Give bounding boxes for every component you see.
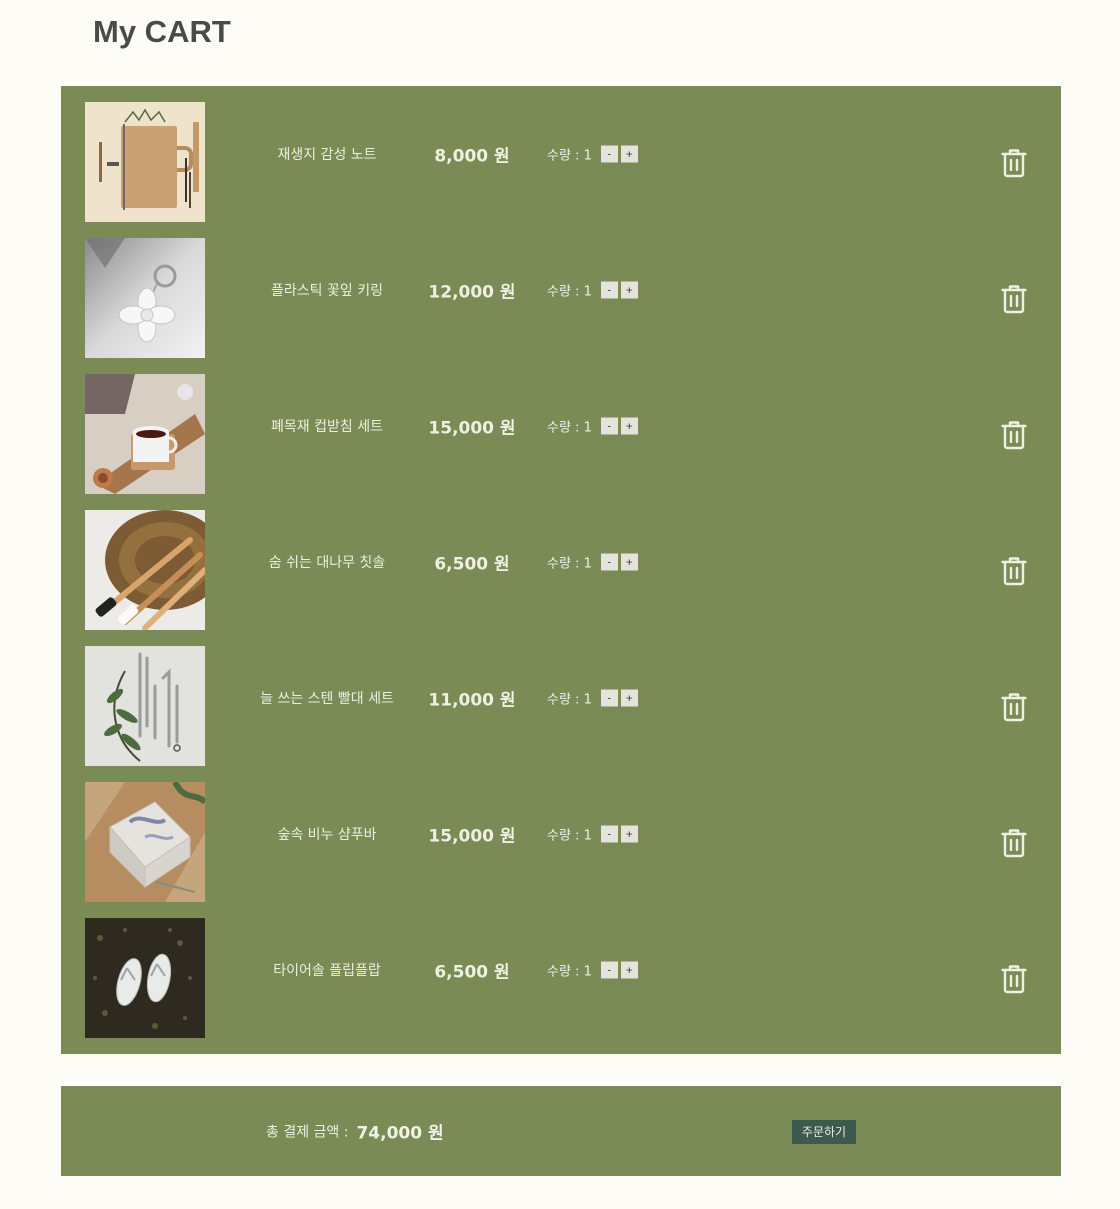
quantity-control: 수량 : 1 - + (547, 689, 638, 708)
trash-icon[interactable] (1001, 828, 1027, 858)
increase-button[interactable]: + (620, 825, 638, 843)
product-name: 숨 쉬는 대나무 칫솔 (268, 555, 386, 571)
product-image[interactable] (85, 238, 205, 358)
product-name: 플라스틱 꽃잎 키링 (271, 283, 383, 299)
cart-item: 플라스틱 꽃잎 키링 12,000 원 수량 : 1 - + (61, 222, 1061, 358)
decrease-button[interactable]: - (600, 417, 618, 435)
product-price: 12,000 원 (428, 282, 516, 303)
decrease-button[interactable]: - (600, 145, 618, 163)
product-image[interactable] (85, 102, 205, 222)
product-price: 6,500 원 (434, 554, 510, 575)
cart-item: 늘 쓰는 스텐 빨대 세트 11,000 원 수량 : 1 - + (61, 630, 1061, 766)
product-name: 늘 쓰는 스텐 빨대 세트 (260, 691, 394, 707)
increase-button[interactable]: + (620, 417, 638, 435)
decrease-button[interactable]: - (600, 553, 618, 571)
product-image[interactable] (85, 782, 205, 902)
quantity-control: 수량 : 1 - + (547, 961, 638, 980)
product-name: 폐목재 컵받침 세트 (271, 419, 383, 435)
quantity-label: 수량 : 1 (547, 556, 592, 572)
total-amount: 74,000 원 (356, 1123, 444, 1144)
quantity-control: 수량 : 1 - + (547, 281, 638, 300)
product-name: 재생지 감성 노트 (277, 147, 377, 163)
total-label: 총 결제 금액 : (266, 1124, 349, 1140)
trash-icon[interactable] (1001, 284, 1027, 314)
product-price: 6,500 원 (434, 962, 510, 983)
trash-icon[interactable] (1001, 148, 1027, 178)
quantity-control: 수량 : 1 - + (547, 553, 638, 572)
cart-item: 재생지 감성 노트 8,000 원 수량 : 1 - + (61, 86, 1061, 222)
increase-button[interactable]: + (620, 553, 638, 571)
cart-item: 숲속 비누 샴푸바 15,000 원 수량 : 1 - + (61, 766, 1061, 902)
quantity-control: 수량 : 1 - + (547, 145, 638, 164)
cart-item: 숨 쉬는 대나무 칫솔 6,500 원 수량 : 1 - + (61, 494, 1061, 630)
trash-icon[interactable] (1001, 692, 1027, 722)
quantity-label: 수량 : 1 (547, 964, 592, 980)
order-button[interactable]: 주문하기 (792, 1120, 856, 1144)
product-image[interactable] (85, 374, 205, 494)
trash-icon[interactable] (1001, 420, 1027, 450)
product-price: 15,000 원 (428, 418, 516, 439)
product-price: 11,000 원 (428, 690, 516, 711)
cart-list: 재생지 감성 노트 8,000 원 수량 : 1 - + 플라스틱 꽃잎 키링 … (61, 86, 1061, 1054)
cart-item: 타이어솔 플립플랍 6,500 원 수량 : 1 - + (61, 902, 1061, 1038)
product-price: 15,000 원 (428, 826, 516, 847)
cart-item: 폐목재 컵받침 세트 15,000 원 수량 : 1 - + (61, 358, 1061, 494)
trash-icon[interactable] (1001, 556, 1027, 586)
increase-button[interactable]: + (620, 689, 638, 707)
increase-button[interactable]: + (620, 281, 638, 299)
quantity-label: 수량 : 1 (547, 420, 592, 436)
quantity-control: 수량 : 1 - + (547, 825, 638, 844)
quantity-control: 수량 : 1 - + (547, 417, 638, 436)
increase-button[interactable]: + (620, 145, 638, 163)
quantity-label: 수량 : 1 (547, 692, 592, 708)
increase-button[interactable]: + (620, 961, 638, 979)
decrease-button[interactable]: - (600, 825, 618, 843)
product-image[interactable] (85, 646, 205, 766)
total-row: 총 결제 금액 : 74,000 원 (266, 1119, 444, 1144)
quantity-label: 수량 : 1 (547, 828, 592, 844)
product-image[interactable] (85, 510, 205, 630)
product-price: 8,000 원 (434, 146, 510, 167)
trash-icon[interactable] (1001, 964, 1027, 994)
page-title: My CART (93, 14, 231, 49)
product-image[interactable] (85, 918, 205, 1038)
decrease-button[interactable]: - (600, 281, 618, 299)
quantity-label: 수량 : 1 (547, 284, 592, 300)
product-name: 숲속 비누 샴푸바 (277, 827, 377, 843)
order-summary: 총 결제 금액 : 74,000 원 주문하기 (61, 1086, 1061, 1176)
product-name: 타이어솔 플립플랍 (273, 963, 381, 979)
decrease-button[interactable]: - (600, 961, 618, 979)
decrease-button[interactable]: - (600, 689, 618, 707)
quantity-label: 수량 : 1 (547, 148, 592, 164)
